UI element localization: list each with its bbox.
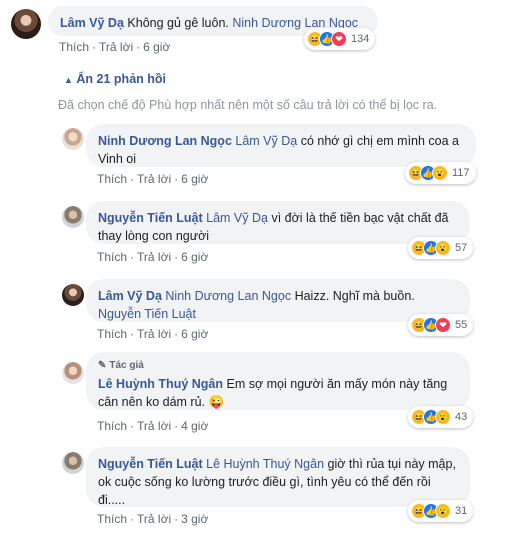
avatar[interactable]: [62, 206, 84, 228]
reaction-summary[interactable]: 😆 👍 😮 57: [408, 237, 474, 259]
reply-author[interactable]: Nguyễn Tiến Luật: [98, 457, 203, 471]
hide-replies-toggle[interactable]: ▲ Ẩn 21 phản hồi: [64, 72, 166, 86]
chevron-up-icon: ▲: [64, 75, 73, 85]
reaction-summary[interactable]: 😆 👍 😮 117: [405, 162, 476, 184]
like-action[interactable]: Thích: [97, 172, 127, 186]
reply-actions: Thích · Trả lời · 4 giờ: [97, 419, 209, 433]
timestamp[interactable]: 6 giờ: [181, 250, 208, 264]
reaction-summary[interactable]: 😆 👍 😮 31: [408, 500, 474, 522]
reply-actions: Thích · Trả lời · 6 giờ: [97, 172, 209, 186]
reply-bubble: Nguyễn Tiến Luật Lê Huỳnh Thuý Ngân giờ …: [86, 447, 470, 507]
reply-mention[interactable]: Lê Huỳnh Thuý Ngân: [206, 457, 324, 471]
like-action[interactable]: Thích: [97, 327, 127, 341]
like-action[interactable]: Thích: [97, 512, 127, 526]
reply-mention[interactable]: Lâm Vỹ Dạ: [206, 211, 268, 225]
reaction-summary[interactable]: 😆 👍 😮 43: [408, 406, 474, 428]
reply-actions: Thích · Trả lời · 6 giờ: [97, 327, 209, 341]
avatar[interactable]: [62, 362, 84, 384]
reply-action[interactable]: Trả lời: [137, 172, 171, 186]
reaction-summary[interactable]: 😆 👍 ❤ 55: [408, 314, 474, 336]
reaction-count: 55: [455, 319, 468, 331]
reaction-count: 134: [351, 33, 370, 45]
comment-author[interactable]: Lâm Vỹ Dạ: [60, 16, 124, 30]
author-badge: ✎ Tác giả: [98, 357, 458, 375]
reply-action[interactable]: Trả lời: [137, 419, 171, 433]
reply-mention[interactable]: Ninh Dương Lan Ngọc: [165, 289, 291, 303]
reply-action[interactable]: Trả lời: [137, 512, 171, 526]
like-action[interactable]: Thích: [97, 419, 127, 433]
reply-bubble: Ninh Dương Lan Ngọc Lâm Vỹ Dạ có nhớ gì …: [86, 124, 476, 167]
timestamp[interactable]: 6 giờ: [143, 40, 170, 54]
reply-mention[interactable]: Lâm Vỹ Dạ: [235, 134, 297, 148]
wow-icon: 😮: [432, 165, 448, 181]
reply-action[interactable]: Trả lời: [99, 40, 133, 54]
timestamp[interactable]: 3 giờ: [181, 512, 208, 526]
avatar[interactable]: [62, 452, 84, 474]
reply-author[interactable]: Nguyễn Tiến Luật: [98, 211, 203, 225]
love-icon: ❤: [435, 317, 451, 333]
love-icon: ❤: [331, 31, 347, 47]
reply-actions: Thích · Trả lời · 6 giờ: [97, 250, 209, 264]
wow-icon: 😮: [435, 409, 451, 425]
reaction-summary[interactable]: 😆 👍 ❤ 134: [304, 28, 376, 50]
filter-notice: Đã chọn chế độ Phù hợp nhất nên một số c…: [58, 98, 438, 112]
reaction-count: 31: [455, 505, 468, 517]
avatar[interactable]: [11, 9, 41, 39]
reply-action[interactable]: Trả lời: [137, 250, 171, 264]
timestamp[interactable]: 6 giờ: [181, 327, 208, 341]
wow-icon: 😮: [435, 503, 451, 519]
timestamp[interactable]: 6 giờ: [181, 172, 208, 186]
reply-text: Haizz. Nghĩ mà buồn.: [294, 289, 415, 303]
comment-text: Không gủ gê luôn.: [127, 16, 229, 30]
reply-author[interactable]: Lâm Vỹ Dạ: [98, 289, 162, 303]
reply-author[interactable]: Lê Huỳnh Thuý Ngân: [98, 377, 223, 391]
timestamp[interactable]: 4 giờ: [181, 419, 208, 433]
reply-mention[interactable]: Nguyễn Tiến Luật: [98, 307, 196, 321]
reaction-count: 57: [455, 242, 468, 254]
reaction-count: 117: [452, 167, 470, 179]
comment-actions: Thích · Trả lời · 6 giờ: [59, 40, 171, 54]
reaction-count: 43: [455, 411, 468, 423]
avatar[interactable]: [62, 284, 84, 306]
avatar[interactable]: [62, 128, 84, 150]
like-action[interactable]: Thích: [59, 40, 89, 54]
wow-icon: 😮: [435, 240, 451, 256]
reply-actions: Thích · Trả lời · 3 giờ: [97, 512, 209, 526]
winking-tongue-emoji: 😜: [208, 395, 225, 409]
reply-bubble: ✎ Tác giả Lê Huỳnh Thuý Ngân Em sợ mọi n…: [86, 352, 470, 410]
reply-author[interactable]: Ninh Dương Lan Ngọc: [98, 134, 232, 148]
pencil-icon: ✎: [98, 360, 107, 371]
reply-action[interactable]: Trả lời: [137, 327, 171, 341]
like-action[interactable]: Thích: [97, 250, 127, 264]
